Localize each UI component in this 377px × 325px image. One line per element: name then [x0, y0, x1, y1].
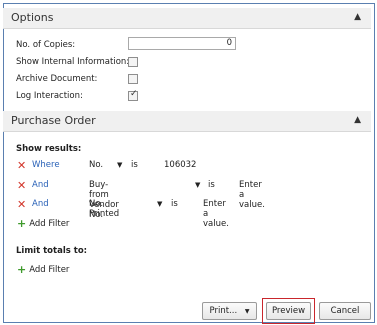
plus-icon: +: [17, 217, 27, 230]
add-filter-link[interactable]: + Add Filter: [17, 216, 70, 230]
remove-filter-icon[interactable]: ✕: [17, 179, 26, 192]
archive-document-checkbox[interactable]: [128, 74, 138, 84]
archive-document-label: Archive Document:: [16, 74, 98, 84]
limit-totals-add-filter-link[interactable]: + Add Filter: [17, 262, 70, 276]
add-filter-label: Add Filter: [29, 265, 70, 275]
limit-totals-label: Limit totals to:: [16, 246, 88, 256]
filter-operator: is: [208, 180, 215, 190]
show-results-label: Show results:: [16, 144, 82, 154]
collapse-caret-icon[interactable]: ▲: [354, 115, 361, 125]
log-interaction-checkbox[interactable]: ✓: [128, 89, 138, 101]
filter-value[interactable]: Enter a value.: [203, 199, 229, 229]
filter-operator: is: [131, 160, 138, 170]
filter-value[interactable]: Enter a value.: [239, 180, 265, 210]
show-internal-checkbox[interactable]: [128, 57, 138, 67]
filter-operator: is: [171, 199, 178, 209]
plus-icon: +: [17, 263, 27, 276]
collapse-caret-icon[interactable]: ▲: [354, 12, 361, 22]
filter-conjunction[interactable]: And: [32, 199, 49, 209]
filter-conjunction[interactable]: Where: [32, 160, 60, 170]
remove-filter-icon[interactable]: ✕: [17, 198, 26, 211]
field-dropdown-icon[interactable]: ▼: [117, 161, 122, 169]
checkmark-icon: ✓: [130, 89, 138, 99]
show-internal-label: Show Internal Information:: [16, 57, 130, 67]
print-button[interactable]: Print... ▼: [202, 302, 257, 320]
print-button-label: Print...: [209, 306, 238, 316]
options-section-header[interactable]: Options ▲: [3, 8, 371, 29]
remove-filter-icon[interactable]: ✕: [17, 159, 26, 172]
filter-value[interactable]: 106032: [164, 160, 196, 170]
log-interaction-label: Log Interaction:: [16, 91, 83, 101]
filter-conjunction[interactable]: And: [32, 180, 49, 190]
cancel-button[interactable]: Cancel: [319, 302, 371, 320]
copies-input[interactable]: 0: [128, 37, 236, 50]
purchase-order-title: Purchase Order: [11, 114, 96, 127]
options-title: Options: [11, 11, 54, 24]
copies-label: No. of Copies:: [16, 40, 76, 50]
preview-button[interactable]: Preview: [266, 302, 311, 320]
field-dropdown-icon[interactable]: ▼: [157, 200, 162, 208]
add-filter-label: Add Filter: [29, 219, 70, 229]
purchase-order-section-header[interactable]: Purchase Order ▲: [3, 111, 371, 132]
dropdown-arrow-icon: ▼: [244, 308, 250, 315]
filter-field[interactable]: No.: [89, 160, 103, 170]
field-dropdown-icon[interactable]: ▼: [195, 181, 200, 189]
filter-field[interactable]: No. Printed: [89, 199, 119, 219]
